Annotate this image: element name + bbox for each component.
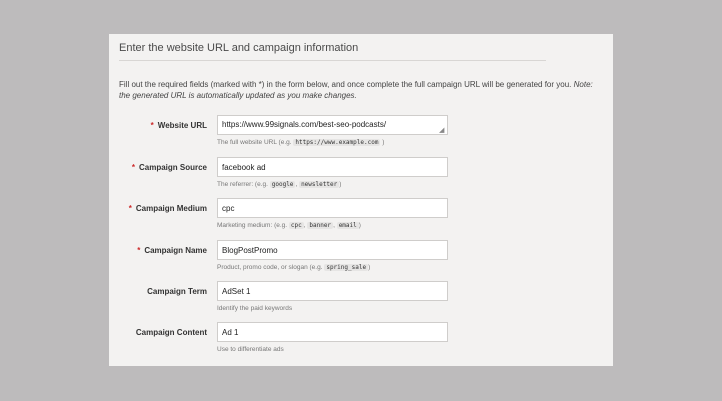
campaign-source-label: * Campaign Source <box>131 163 207 172</box>
campaign-name-label: * Campaign Name <box>137 246 207 255</box>
campaign-term-help: Identify the paid keywords <box>217 305 293 312</box>
help-code: email <box>336 222 359 229</box>
website-url-label: * Website URL <box>150 121 207 130</box>
campaign-source-field[interactable] <box>217 157 448 177</box>
resize-grip-icon[interactable]: ◢ <box>439 127 446 134</box>
campaign-term-label: Campaign Term <box>147 287 207 296</box>
intro-text: Fill out the required fields (marked wit… <box>119 80 572 89</box>
campaign-source-help: The referrer: (e.g. google, newsletter) <box>217 181 342 188</box>
required-marker: * <box>150 121 154 130</box>
help-code: https://www.example.com <box>293 139 381 146</box>
campaign-form-panel: Enter the website URL and campaign infor… <box>109 34 613 366</box>
form-title: Enter the website URL and campaign infor… <box>119 42 359 54</box>
campaign-medium-help: Marketing medium: (e.g. cpc, banner, ema… <box>217 222 361 229</box>
campaign-medium-label: * Campaign Medium <box>128 204 207 213</box>
campaign-medium-field[interactable] <box>217 198 448 218</box>
form-intro: Fill out the required fields (marked wit… <box>119 79 599 101</box>
campaign-term-field[interactable] <box>217 281 448 301</box>
campaign-name-field[interactable] <box>217 240 448 260</box>
help-code: spring_sale <box>324 264 369 271</box>
campaign-content-help: Use to differentiate ads <box>217 346 284 353</box>
help-code: google <box>269 181 296 188</box>
website-url-help: The full website URL (e.g. https://www.e… <box>217 139 385 146</box>
required-marker: * <box>131 163 135 172</box>
required-marker: * <box>128 204 132 213</box>
campaign-name-help: Product, promo code, or slogan (e.g. spr… <box>217 264 371 271</box>
help-code: newsletter <box>299 181 340 188</box>
website-url-field[interactable]: https://www.99signals.com/best-seo-podca… <box>217 115 448 135</box>
title-divider <box>119 60 546 61</box>
campaign-content-field[interactable] <box>217 322 448 342</box>
campaign-content-label: Campaign Content <box>135 328 207 337</box>
required-marker: * <box>137 246 141 255</box>
help-code: banner <box>307 222 334 229</box>
help-code: cpc <box>288 222 304 229</box>
